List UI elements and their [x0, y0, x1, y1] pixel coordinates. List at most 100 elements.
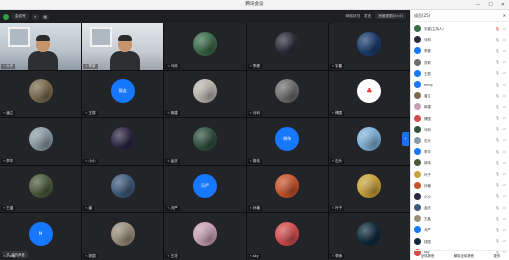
- camera-icon[interactable]: ▭: [503, 105, 506, 109]
- member-row[interactable]: 李华 🎙 ▭: [411, 146, 509, 157]
- member-row[interactable]: 孙楠 🎙 ▭: [411, 180, 509, 191]
- mic-off-icon[interactable]: 🎙: [495, 71, 500, 75]
- camera-icon[interactable]: ▭: [503, 60, 506, 64]
- camera-icon[interactable]: ▭: [503, 27, 506, 31]
- mic-off-icon[interactable]: 🎙: [495, 127, 500, 131]
- speaker-label[interactable]: 发言: [364, 13, 371, 19]
- participant-tile[interactable]: 冯严 ⌁ 冯严: [164, 165, 246, 213]
- participant-tile[interactable]: ⌁ 宇晨: [328, 23, 410, 70]
- participant-nameplate: ⌁ 宇晨: [329, 63, 345, 69]
- participant-tile[interactable]: ⌁ 王晶: [0, 165, 82, 213]
- member-row[interactable]: 冯严 🎙 ▭: [411, 224, 509, 235]
- participant-tile[interactable]: ⌁ 李华: [0, 118, 82, 165]
- member-row[interactable]: 王晶 🎙 ▭: [411, 213, 509, 224]
- camera-icon[interactable]: ▭: [503, 150, 506, 154]
- participant-tile[interactable]: ⌁ 蒋建: [164, 70, 246, 118]
- more-button[interactable]: 更多: [494, 253, 501, 258]
- camera-icon[interactable]: ▭: [503, 38, 506, 42]
- mic-off-icon[interactable]: 🎙: [495, 105, 500, 109]
- collapse-panel-handle[interactable]: ›: [402, 132, 409, 146]
- participant-tile[interactable]: ⌁ 潘立: [0, 70, 82, 118]
- member-row[interactable]: 李健 🎙 ▭: [411, 45, 509, 56]
- participant-tile[interactable]: 胡伟 ⌁ 胡伟: [246, 118, 328, 165]
- mic-off-icon[interactable]: 🎙: [495, 239, 500, 243]
- mic-off-icon[interactable]: 🎙: [495, 94, 500, 98]
- participant-tile[interactable]: ⌁ 李家: [82, 23, 164, 70]
- camera-icon[interactable]: ▭: [503, 71, 506, 75]
- participant-tile[interactable]: ⌁ 大东: [0, 23, 82, 70]
- mic-off-icon[interactable]: 🎙: [495, 217, 500, 221]
- close-button[interactable]: ✕: [501, 0, 505, 10]
- minimize-button[interactable]: —: [475, 0, 480, 10]
- participant-tile[interactable]: ⌁ 李雨: [328, 213, 410, 260]
- camera-icon[interactable]: ▭: [503, 239, 506, 243]
- camera-icon[interactable]: ▭: [503, 217, 506, 221]
- member-row[interactable]: ming 🎙 ▭: [411, 79, 509, 90]
- mic-off-icon[interactable]: 🎙: [495, 138, 500, 142]
- participant-tile[interactable]: ⌁ 小小: [82, 118, 164, 165]
- participant-tile[interactable]: ♣ ⌁ 傅国: [328, 70, 410, 118]
- member-row[interactable]: 小小 🎙 ▭: [411, 191, 509, 202]
- mute-all-button[interactable]: 全体静音: [421, 253, 435, 258]
- member-row[interactable]: 钱国 🎙 ▭: [411, 236, 509, 247]
- participant-tile[interactable]: ⌁ 王花: [164, 213, 246, 260]
- mic-off-icon[interactable]: 🎙: [495, 38, 500, 42]
- camera-icon[interactable]: ▭: [503, 127, 506, 131]
- participant-tile[interactable]: 振友 ⌁ 王振: [82, 70, 164, 118]
- member-row[interactable]: 宇晨(主持人) 🎙 ▭: [411, 23, 509, 34]
- mic-off-icon[interactable]: 🎙: [495, 83, 500, 87]
- member-row[interactable]: 胡伟 🎙 ▭: [411, 157, 509, 168]
- camera-icon[interactable]: ▭: [503, 172, 506, 176]
- member-row[interactable]: 王振 🎙 ▭: [411, 68, 509, 79]
- member-row[interactable]: 孟庆 🎙 ▭: [411, 202, 509, 213]
- participant-tile[interactable]: ⌁ 孙楠: [246, 165, 328, 213]
- member-row[interactable]: 蒋建 🎙 ▭: [411, 101, 509, 112]
- participant-tile[interactable]: ⌁ 孟庆: [164, 118, 246, 165]
- grid-button[interactable]: ▦: [41, 13, 49, 20]
- mic-off-icon[interactable]: 🎙: [495, 183, 500, 187]
- mic-off-icon[interactable]: 🎙: [495, 206, 500, 210]
- maximize-button[interactable]: ☐: [488, 0, 492, 10]
- mic-off-icon[interactable]: 🎙: [495, 172, 500, 176]
- member-row[interactable]: 石头 🎙 ▭: [411, 135, 509, 146]
- camera-icon[interactable]: ▭: [503, 161, 506, 165]
- participant-tile[interactable]: ⌁ sky: [246, 213, 328, 260]
- mic-off-icon[interactable]: 🎙: [495, 194, 500, 198]
- member-row[interactable]: 马科 🎙 ▭: [411, 34, 509, 45]
- panel-close-icon[interactable]: ✕: [503, 13, 506, 18]
- mic-off-icon[interactable]: 🎙: [495, 116, 500, 120]
- camera-icon[interactable]: ▭: [503, 183, 506, 187]
- participant-tile[interactable]: ⌁ 钱国: [82, 213, 164, 260]
- network-status-label[interactable]: 网络状况: [346, 13, 360, 19]
- mic-off-icon[interactable]: 🎙: [495, 150, 500, 154]
- participant-tile[interactable]: ⌁ 叶子: [328, 165, 410, 213]
- mic-on-icon[interactable]: 🎙: [495, 27, 500, 31]
- unmute-all-button[interactable]: 解除全体静音: [454, 253, 474, 258]
- member-row[interactable]: 叶子 🎙 ▭: [411, 168, 509, 179]
- mic-off-icon[interactable]: 🎙: [495, 60, 500, 64]
- member-row[interactable]: 马科 🎙 ▭: [411, 124, 509, 135]
- camera-icon[interactable]: ▭: [503, 228, 506, 232]
- participant-tile[interactable]: ⌁ 石头: [328, 118, 410, 165]
- camera-icon[interactable]: ▭: [503, 83, 506, 87]
- camera-icon[interactable]: ▭: [503, 49, 506, 53]
- mic-off-icon[interactable]: 🎙: [495, 228, 500, 232]
- participant-tile[interactable]: ⌁ 李健: [246, 23, 328, 70]
- layout-button[interactable]: 宫格视图(5×5): [375, 13, 406, 19]
- pause-button[interactable]: ⏸: [31, 13, 39, 20]
- self-audio-bar[interactable]: 🎤 我的声音: [2, 251, 28, 258]
- mic-off-icon[interactable]: 🎙: [495, 49, 500, 53]
- camera-icon[interactable]: ▭: [503, 116, 506, 120]
- camera-icon[interactable]: ▭: [503, 194, 506, 198]
- participant-tile[interactable]: ⌁ 潘: [82, 165, 164, 213]
- mic-off-icon[interactable]: 🎙: [495, 161, 500, 165]
- participant-tile[interactable]: ⌁ 马科: [164, 23, 246, 70]
- member-row[interactable]: 苏莉 🎙 ▭: [411, 57, 509, 68]
- participant-tile[interactable]: ⌁ 马科: [246, 70, 328, 118]
- camera-icon[interactable]: ▭: [503, 138, 506, 142]
- camera-icon[interactable]: ▭: [503, 206, 506, 210]
- member-row[interactable]: 潘立 🎙 ▭: [411, 90, 509, 101]
- member-row[interactable]: 傅国 🎙 ▭: [411, 113, 509, 124]
- camera-icon[interactable]: ▭: [503, 94, 506, 98]
- meeting-id-pill[interactable]: 会议号: [12, 13, 29, 20]
